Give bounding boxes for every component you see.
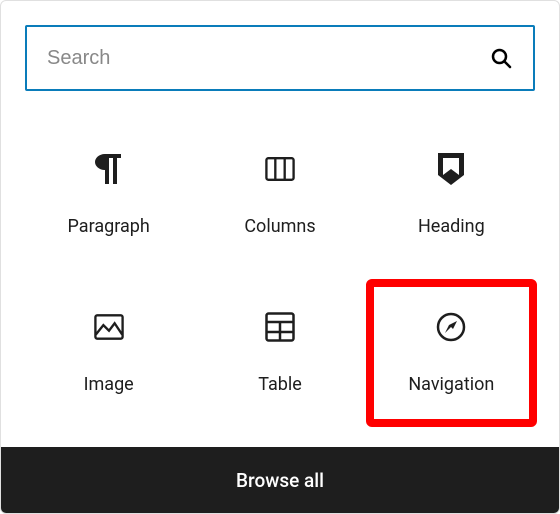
image-icon (94, 312, 124, 342)
paragraph-icon (94, 154, 124, 184)
search-box[interactable] (25, 25, 535, 91)
heading-icon (436, 154, 466, 184)
search-input[interactable] (47, 47, 489, 70)
block-grid: Paragraph Columns Heading (1, 91, 559, 447)
block-table[interactable]: Table (194, 279, 365, 427)
block-label: Columns (244, 216, 315, 237)
block-heading[interactable]: Heading (366, 121, 537, 269)
search-icon (489, 46, 513, 70)
table-icon (265, 312, 295, 342)
block-label: Heading (418, 216, 485, 237)
block-paragraph[interactable]: Paragraph (23, 121, 194, 269)
search-container (1, 1, 559, 91)
columns-icon (265, 154, 295, 184)
block-columns[interactable]: Columns (194, 121, 365, 269)
block-inserter-panel: Paragraph Columns Heading (0, 0, 560, 514)
navigation-icon (436, 312, 466, 342)
block-image[interactable]: Image (23, 279, 194, 427)
block-label: Image (84, 374, 134, 395)
block-label: Paragraph (68, 216, 150, 237)
block-label: Table (258, 374, 302, 395)
block-navigation[interactable]: Navigation (366, 279, 537, 427)
block-label: Navigation (408, 374, 494, 395)
browse-all-label: Browse all (236, 469, 324, 492)
browse-all-button[interactable]: Browse all (1, 447, 559, 513)
